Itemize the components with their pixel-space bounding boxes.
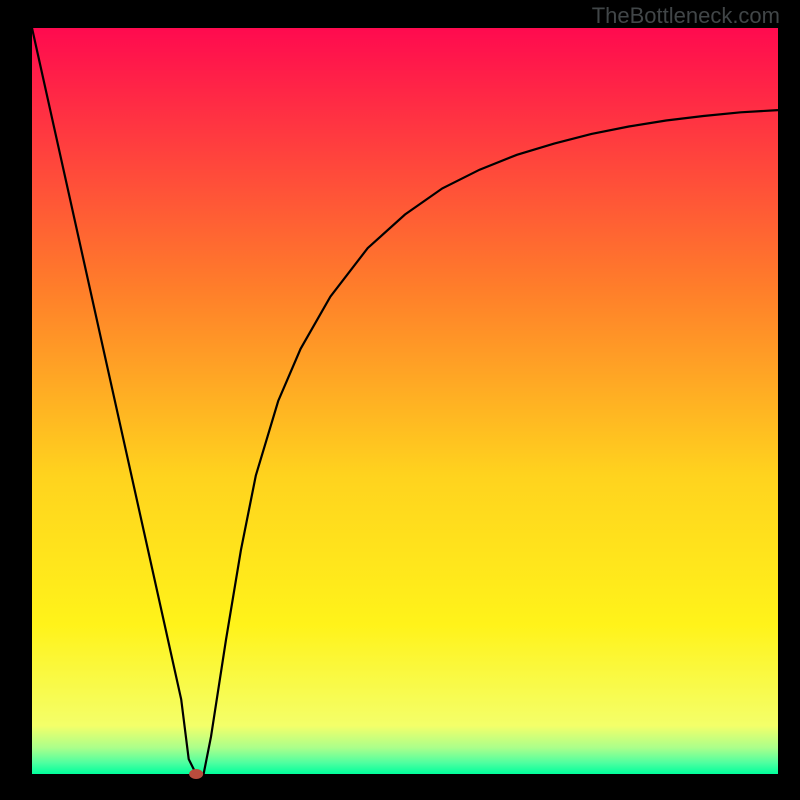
plot-area — [32, 28, 778, 774]
chart-svg — [0, 0, 800, 800]
chart-container: { "watermark": "TheBottleneck.com", "cha… — [0, 0, 800, 800]
watermark-text: TheBottleneck.com — [592, 3, 780, 29]
minimum-marker — [189, 769, 203, 779]
